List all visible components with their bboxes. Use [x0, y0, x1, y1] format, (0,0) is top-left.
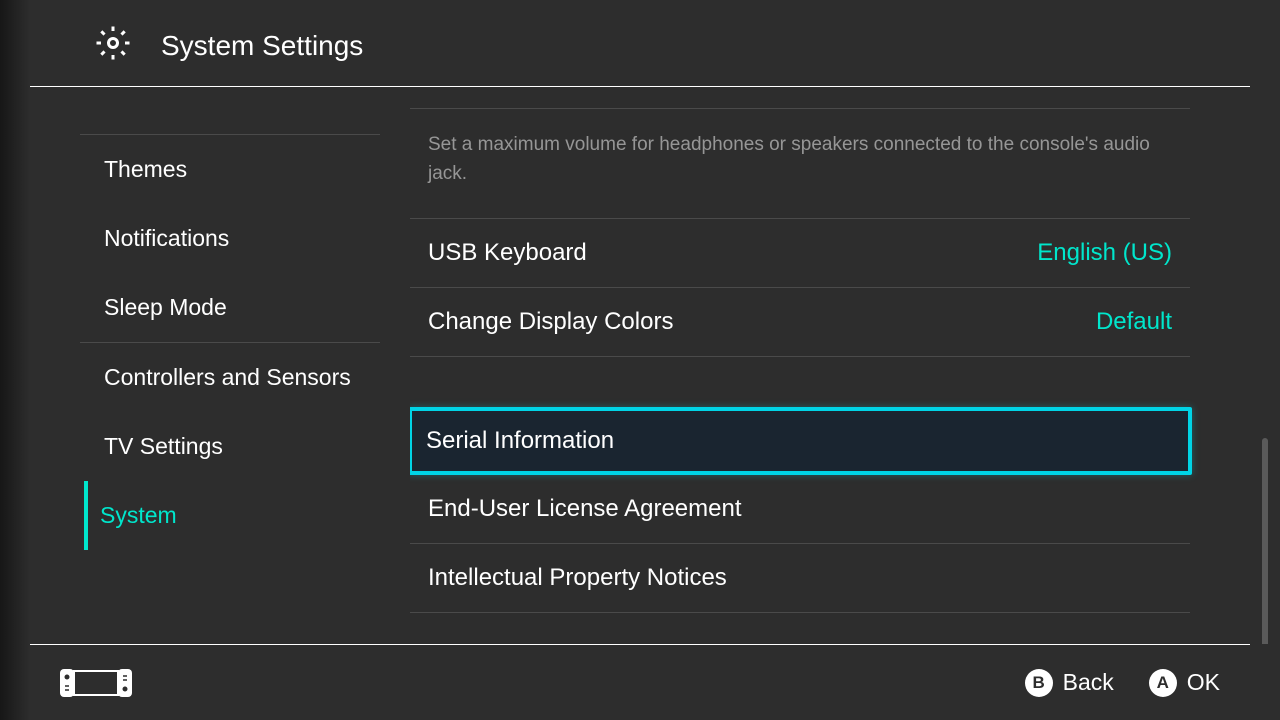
- option-value: English (US): [1037, 239, 1172, 267]
- footer: B Back A OK: [30, 644, 1250, 720]
- b-button-icon: B: [1025, 669, 1053, 697]
- option-ip-notices[interactable]: Intellectual Property Notices: [410, 543, 1190, 613]
- footer-buttons: B Back A OK: [1025, 669, 1220, 697]
- header: System Settings: [30, 0, 1250, 87]
- main-panel: Set a maximum volume for headphones or s…: [410, 88, 1280, 644]
- sidebar-item-themes[interactable]: Themes: [80, 135, 410, 204]
- group-gap: [410, 357, 1190, 407]
- option-label: Serial Information: [426, 427, 614, 455]
- sidebar-item-sleep-mode[interactable]: Sleep Mode: [80, 273, 410, 342]
- option-label: USB Keyboard: [428, 239, 587, 267]
- back-label: Back: [1063, 669, 1114, 696]
- option-display-colors[interactable]: Change Display Colors Default: [410, 287, 1190, 357]
- option-serial-information[interactable]: Serial Information: [410, 407, 1192, 475]
- a-button-icon: A: [1149, 669, 1177, 697]
- page-title: System Settings: [161, 30, 363, 62]
- option-label: End-User License Agreement: [428, 495, 742, 523]
- option-label: Intellectual Property Notices: [428, 564, 727, 592]
- sidebar-item-notifications[interactable]: Notifications: [80, 204, 410, 273]
- option-eula[interactable]: End-User License Agreement: [410, 475, 1190, 543]
- sidebar-item-system[interactable]: System: [84, 481, 410, 550]
- option-value: Default: [1096, 308, 1172, 336]
- gear-icon: [95, 25, 131, 66]
- option-label: Change Display Colors: [428, 308, 673, 336]
- option-description: Set a maximum volume for headphones or s…: [410, 108, 1190, 218]
- sidebar: Themes Notifications Sleep Mode Controll…: [0, 88, 410, 644]
- ok-button[interactable]: A OK: [1149, 669, 1220, 697]
- sidebar-item-controllers[interactable]: Controllers and Sensors: [80, 343, 410, 412]
- controller-icon: [60, 669, 132, 697]
- sidebar-item-tv-settings[interactable]: TV Settings: [80, 412, 410, 481]
- back-button[interactable]: B Back: [1025, 669, 1114, 697]
- content: Themes Notifications Sleep Mode Controll…: [0, 88, 1280, 644]
- ok-label: OK: [1187, 669, 1220, 696]
- scrollbar[interactable]: [1262, 438, 1268, 644]
- option-usb-keyboard[interactable]: USB Keyboard English (US): [410, 218, 1190, 287]
